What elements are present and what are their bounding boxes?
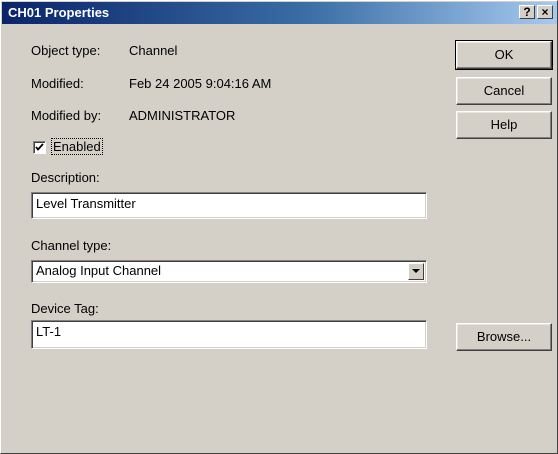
close-button[interactable]: × bbox=[537, 5, 553, 19]
properties-dialog: CH01 Properties ? × Object type: Channel… bbox=[0, 0, 558, 454]
channel-type-label: Channel type: bbox=[31, 238, 112, 253]
description-label: Description: bbox=[31, 170, 100, 185]
enabled-label[interactable]: Enabled bbox=[51, 138, 103, 155]
chevron-down-icon bbox=[412, 269, 420, 273]
title-bar[interactable]: CH01 Properties ? × bbox=[2, 2, 557, 24]
checkmark-icon bbox=[35, 143, 44, 151]
enabled-checkbox[interactable] bbox=[33, 141, 46, 154]
modified-by-label: Modified by: bbox=[31, 108, 102, 123]
channel-type-value: Analog Input Channel bbox=[36, 263, 162, 278]
channel-type-select[interactable]: Analog Input Channel bbox=[31, 260, 427, 283]
cancel-button[interactable]: Cancel bbox=[456, 77, 552, 105]
ok-button[interactable]: OK bbox=[455, 40, 553, 70]
object-type-label: Object type: bbox=[31, 43, 101, 58]
browse-button[interactable]: Browse... bbox=[456, 323, 552, 351]
device-tag-input[interactable]: LT-1 bbox=[31, 320, 427, 349]
close-icon: × bbox=[541, 5, 549, 19]
help-context-button[interactable]: ? bbox=[519, 5, 535, 19]
object-type-value: Channel bbox=[129, 43, 178, 58]
modified-label: Modified: bbox=[31, 76, 84, 91]
device-tag-label: Device Tag: bbox=[31, 301, 99, 316]
description-input[interactable]: Level Transmitter bbox=[31, 192, 427, 219]
dropdown-button[interactable] bbox=[408, 263, 424, 280]
window-title: CH01 Properties bbox=[8, 5, 110, 20]
modified-by-value: ADMINISTRATOR bbox=[129, 108, 236, 123]
enabled-label-text: Enabled bbox=[51, 138, 103, 155]
question-mark-icon: ? bbox=[523, 5, 531, 19]
help-button[interactable]: Help bbox=[456, 111, 552, 139]
modified-value: Feb 24 2005 9:04:16 AM bbox=[129, 76, 272, 91]
